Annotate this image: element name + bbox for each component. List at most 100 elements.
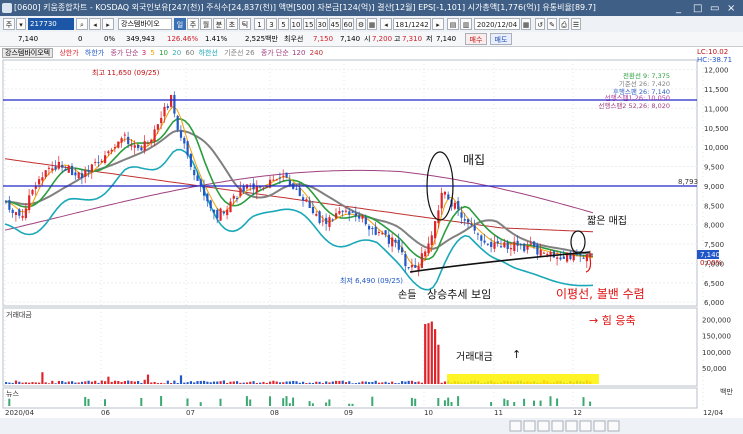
candle-body[interactable] <box>272 179 275 181</box>
news-bar[interactable] <box>348 403 351 406</box>
candle-body[interactable] <box>447 194 450 200</box>
volume-bar[interactable] <box>358 382 361 384</box>
candle-body[interactable] <box>377 231 381 233</box>
volume-bar[interactable] <box>381 382 384 384</box>
candle-body[interactable] <box>424 251 427 257</box>
candle-body[interactable] <box>226 209 229 216</box>
candle-body[interactable] <box>160 117 163 124</box>
candle-body[interactable] <box>150 139 153 144</box>
next-icon[interactable] <box>565 420 578 432</box>
volume-bar[interactable] <box>57 380 60 384</box>
lock-icon[interactable] <box>579 420 592 432</box>
candle-body[interactable] <box>308 200 311 209</box>
volume-bar[interactable] <box>117 380 120 384</box>
news-bar[interactable] <box>450 402 453 406</box>
volume-bar[interactable] <box>374 380 377 384</box>
candle-body[interactable] <box>113 147 117 149</box>
candle-body[interactable] <box>90 164 93 173</box>
candle-body[interactable] <box>282 175 285 177</box>
news-bar[interactable] <box>282 398 285 406</box>
news-bar[interactable] <box>371 396 374 406</box>
volume-bar[interactable] <box>189 381 192 384</box>
volume-bar[interactable] <box>278 382 282 384</box>
news-bar[interactable] <box>539 400 542 406</box>
candle-body[interactable] <box>216 209 219 219</box>
volume-bar[interactable] <box>226 383 229 384</box>
candle-body[interactable] <box>163 106 166 117</box>
candle-body[interactable] <box>335 213 338 219</box>
candle-body[interactable] <box>519 244 522 246</box>
candle-body[interactable] <box>117 141 120 148</box>
volume-bar[interactable] <box>351 383 354 384</box>
volume-bar[interactable] <box>434 329 437 384</box>
news-bar[interactable] <box>285 396 288 406</box>
candle-body[interactable] <box>41 177 44 181</box>
volume-bar[interactable] <box>222 380 225 384</box>
candle-body[interactable] <box>414 265 417 268</box>
candle-body[interactable] <box>509 248 513 250</box>
candle-body[interactable] <box>536 244 539 255</box>
candle-body[interactable] <box>437 210 440 224</box>
candle-body[interactable] <box>146 142 150 144</box>
candle-body[interactable] <box>526 246 529 250</box>
news-bar[interactable] <box>351 403 354 406</box>
news-bar[interactable] <box>245 396 248 406</box>
candle-body[interactable] <box>490 241 493 248</box>
volume-bar[interactable] <box>196 381 199 384</box>
candle-body[interactable] <box>562 256 565 259</box>
volume-bar[interactable] <box>368 382 371 384</box>
volume-bar[interactable] <box>143 379 146 384</box>
volume-bar[interactable] <box>206 381 209 384</box>
candle-body[interactable] <box>265 186 268 188</box>
volume-bar[interactable] <box>170 383 173 384</box>
volume-bar[interactable] <box>285 381 288 384</box>
volume-bar[interactable] <box>64 382 67 384</box>
volume-bar[interactable] <box>51 380 54 384</box>
volume-bar[interactable] <box>318 381 321 384</box>
volume-bar[interactable] <box>179 375 183 384</box>
volume-bar[interactable] <box>364 381 367 384</box>
volume-bar[interactable] <box>410 380 414 384</box>
candle-body[interactable] <box>453 202 456 209</box>
volume-bar[interactable] <box>100 380 103 384</box>
candle-body[interactable] <box>404 253 407 267</box>
candle-body[interactable] <box>24 208 27 219</box>
candle-body[interactable] <box>51 168 54 171</box>
news-bar[interactable] <box>160 396 163 406</box>
volume-bar[interactable] <box>298 382 301 384</box>
candle-body[interactable] <box>523 243 526 252</box>
volume-bar[interactable] <box>361 381 364 384</box>
volume-bar[interactable] <box>130 381 133 384</box>
candle-body[interactable] <box>516 240 519 246</box>
candle-body[interactable] <box>84 170 87 177</box>
volume-bar[interactable] <box>71 381 74 384</box>
candle-body[interactable] <box>434 221 437 239</box>
volume-bar[interactable] <box>38 382 41 384</box>
candle-body[interactable] <box>239 187 242 197</box>
volume-bar[interactable] <box>341 380 344 384</box>
candle-body[interactable] <box>232 195 235 199</box>
candle-body[interactable] <box>315 213 318 216</box>
candle-body[interactable] <box>457 200 460 210</box>
volume-bar[interactable] <box>252 381 255 384</box>
candle-body[interactable] <box>559 257 562 260</box>
volume-bar[interactable] <box>275 381 278 384</box>
volume-bar[interactable] <box>120 381 123 384</box>
volume-bar[interactable] <box>239 382 242 384</box>
volume-bar[interactable] <box>28 382 31 384</box>
volume-bar[interactable] <box>150 382 153 384</box>
volume-bar[interactable] <box>123 381 126 384</box>
news-bar[interactable] <box>311 403 314 406</box>
news-bar[interactable] <box>308 401 311 406</box>
volume-bar[interactable] <box>335 380 338 384</box>
candle-body[interactable] <box>397 239 400 250</box>
candle-body[interactable] <box>506 242 509 250</box>
news-bar[interactable] <box>87 398 90 406</box>
candle-body[interactable] <box>311 207 315 214</box>
candle-body[interactable] <box>143 141 146 151</box>
candle-body[interactable] <box>302 197 305 201</box>
candle-body[interactable] <box>186 141 189 156</box>
candle-body[interactable] <box>401 247 404 253</box>
volume-bar[interactable] <box>209 382 212 384</box>
volume-bar[interactable] <box>255 383 258 384</box>
